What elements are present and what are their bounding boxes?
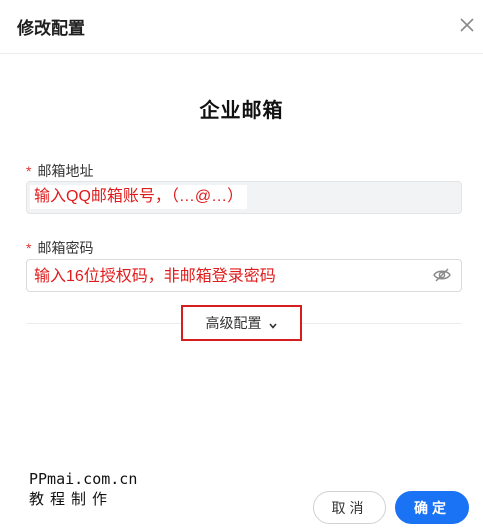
chevron-down-icon bbox=[268, 318, 278, 329]
email-annotation: 输入QQ邮箱账号，（…@…） bbox=[30, 185, 248, 209]
close-icon[interactable] bbox=[456, 14, 478, 36]
required-mark: * bbox=[26, 240, 32, 256]
watermark: PPmai.com.cn 教程制作 bbox=[29, 470, 137, 510]
watermark-caption: 教程制作 bbox=[29, 490, 114, 508]
confirm-button[interactable]: 确定 bbox=[395, 491, 469, 524]
email-label-text: 邮箱地址 bbox=[37, 163, 94, 179]
password-annotation: 输入16位授权码，非邮箱登录密码 bbox=[30, 266, 280, 288]
password-label: * 邮箱密码 bbox=[26, 238, 93, 258]
dialog-header: 修改配置 bbox=[0, 0, 483, 54]
advanced-config-label: 高级配置 bbox=[205, 315, 262, 331]
advanced-config-button[interactable]: 高级配置 bbox=[181, 305, 302, 341]
required-mark: * bbox=[26, 163, 32, 179]
modify-config-dialog: 修改配置 企业邮箱 * 邮箱地址 输入QQ邮箱账号，（…@…） * 邮箱密码 输入1… bbox=[0, 0, 483, 530]
password-label-text: 邮箱密码 bbox=[37, 240, 94, 256]
watermark-site: PPmai.com.cn bbox=[29, 470, 138, 488]
eye-off-icon[interactable] bbox=[432, 266, 452, 284]
cancel-button[interactable]: 取消 bbox=[313, 491, 386, 524]
section-title: 企业邮箱 bbox=[199, 100, 284, 122]
email-label: * 邮箱地址 bbox=[26, 161, 93, 181]
dialog-title: 修改配置 bbox=[17, 19, 85, 38]
